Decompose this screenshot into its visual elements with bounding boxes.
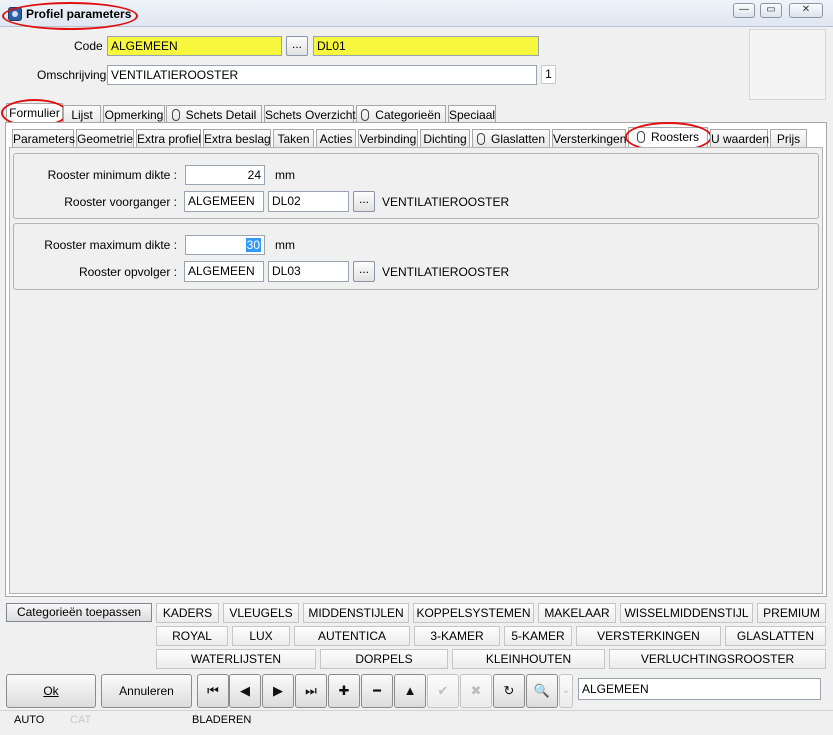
paperclip-icon [476, 133, 485, 145]
category-glaslatten[interactable]: GLASLATTEN [725, 626, 826, 646]
rooster-max-group [13, 223, 819, 290]
status-bar [0, 710, 833, 711]
rooster-min-group [13, 153, 819, 219]
subtab-verbinding[interactable]: Verbinding [358, 129, 418, 148]
ok-button[interactable]: Ok [6, 674, 96, 708]
subtab-taken[interactable]: Taken [273, 129, 314, 148]
rooster-min-input[interactable]: 24 [185, 165, 265, 185]
add-record-icon[interactable]: ✚ [328, 674, 360, 708]
rooster-max-unit: mm [275, 238, 295, 252]
tab-categorieen-label: Categorieën [375, 108, 441, 122]
category-wisselmiddenstijl[interactable]: WISSELMIDDENSTIJL [620, 603, 753, 623]
rooster-next-browse-button[interactable]: ... [353, 261, 375, 282]
rooster-max-label: Rooster maximum dikte : [44, 238, 177, 252]
status-auto: AUTO [14, 714, 45, 726]
code-input[interactable]: ALGEMEEN [107, 36, 282, 56]
category-versterkingen[interactable]: VERSTERKINGEN [576, 626, 721, 646]
category-lux[interactable]: LUX [232, 626, 290, 646]
app-icon [8, 7, 22, 21]
rooster-prev-label: Rooster voorganger : [64, 195, 177, 209]
rooster-prev-code-input[interactable]: ALGEMEEN [184, 191, 264, 212]
category-premium[interactable]: PREMIUM [757, 603, 826, 623]
first-record-icon[interactable]: ⏮ [197, 674, 229, 708]
code-label: Code : [74, 39, 110, 53]
status-cat: CAT [70, 714, 92, 726]
subtab-geometrie[interactable]: Geometrie [76, 129, 134, 148]
category-autentica[interactable]: AUTENTICA [294, 626, 410, 646]
minimize-button[interactable]: — [733, 3, 755, 18]
subtab-u-waarden[interactable]: U waarden [710, 129, 769, 148]
rooster-prev-sub-input[interactable]: DL02 [268, 191, 349, 212]
category-koppelsystemen[interactable]: KOPPELSYSTEMEN [413, 603, 534, 623]
category-makelaar[interactable]: MAKELAAR [538, 603, 616, 623]
paperclip-icon [171, 109, 180, 121]
description-input[interactable]: VENTILATIEROOSTER [107, 65, 537, 85]
edit-record-icon[interactable]: ▲ [394, 674, 426, 708]
rooster-min-label: Rooster minimum dikte : [47, 168, 177, 182]
code-browse-button[interactable]: ... [286, 36, 308, 56]
rooster-max-value: 30 [245, 238, 261, 252]
subtab-extra-profiel[interactable]: Extra profiel [136, 129, 201, 148]
category-verluchtingsrooster[interactable]: VERLUCHTINGSROOSTER [609, 649, 826, 669]
binoculars-search-icon[interactable]: 🔍 [526, 674, 558, 708]
previous-record-icon[interactable]: ◀ [229, 674, 261, 708]
image-preview [749, 29, 826, 100]
paperclip-icon [636, 131, 645, 143]
close-button[interactable]: ✕ [789, 3, 823, 18]
delete-record-icon[interactable]: ━ [361, 674, 393, 708]
subtab-roosters-label: Roosters [650, 130, 700, 144]
rooster-next-code-input[interactable]: ALGEMEEN [184, 261, 264, 282]
last-record-icon[interactable]: ⏭ [295, 674, 327, 708]
search-input[interactable]: ALGEMEEN [578, 678, 821, 700]
apply-categories-button[interactable]: Categorieën toepassen [6, 603, 152, 622]
next-record-icon[interactable]: ▶ [262, 674, 294, 708]
rooster-prev-description: VENTILATIEROOSTER [382, 195, 510, 209]
category-middenstijlen[interactable]: MIDDENSTIJLEN [303, 603, 409, 623]
cancel-edit-icon[interactable]: ✖ [460, 674, 492, 708]
cancel-button[interactable]: Annuleren [101, 674, 192, 708]
rooster-min-unit: mm [275, 168, 295, 182]
search-dropdown-icon[interactable]: ⌄ [559, 674, 573, 708]
maximize-button[interactable]: ▭ [760, 3, 782, 18]
category-royal[interactable]: ROYAL [156, 626, 228, 646]
post-record-icon[interactable]: ✔ [427, 674, 459, 708]
code-sub-input[interactable]: DL01 [313, 36, 539, 56]
category-kleinhouten[interactable]: KLEINHOUTEN [452, 649, 605, 669]
category-5-kamer[interactable]: 5-KAMER [504, 626, 572, 646]
subtab-extra-beslag[interactable]: Extra beslag [203, 129, 271, 148]
subtab-prijs[interactable]: Prijs [770, 129, 807, 148]
tab-schets-detail-label: Schets Detail [185, 108, 257, 122]
category-dorpels[interactable]: DORPELS [320, 649, 448, 669]
subtab-acties[interactable]: Acties [316, 129, 356, 148]
subtab-roosters[interactable]: Roosters [628, 127, 708, 148]
category-waterlijsten[interactable]: WATERLIJSTEN [156, 649, 316, 669]
rooster-next-label: Rooster opvolger : [78, 265, 177, 279]
status-bladeren: BLADEREN [192, 714, 252, 726]
category-vleugels[interactable]: VLEUGELS [223, 603, 299, 623]
refresh-icon[interactable]: ↻ [493, 674, 525, 708]
subtab-glaslatten-label: Glaslatten [490, 132, 546, 146]
description-label: Omschrijving : [37, 68, 114, 82]
subtab-versterkingen[interactable]: Versterkingen [552, 129, 626, 148]
category-3-kamer[interactable]: 3-KAMER [414, 626, 500, 646]
category-kaders[interactable]: KADERS [156, 603, 219, 623]
subtab-parameters[interactable]: Parameters [12, 129, 75, 148]
tab-formulier[interactable]: Formulier [6, 103, 63, 124]
description-count: 1 [541, 65, 556, 84]
rooster-next-description: VENTILATIEROOSTER [382, 265, 510, 279]
subtab-dichting[interactable]: Dichting [420, 129, 470, 148]
rooster-prev-browse-button[interactable]: ... [353, 191, 375, 212]
window-title: Profiel parameters [26, 7, 132, 21]
rooster-max-input[interactable]: 30 [185, 235, 265, 255]
subtab-glaslatten[interactable]: Glaslatten [472, 129, 550, 148]
paperclip-icon [361, 109, 370, 121]
rooster-next-sub-input[interactable]: DL03 [268, 261, 349, 282]
